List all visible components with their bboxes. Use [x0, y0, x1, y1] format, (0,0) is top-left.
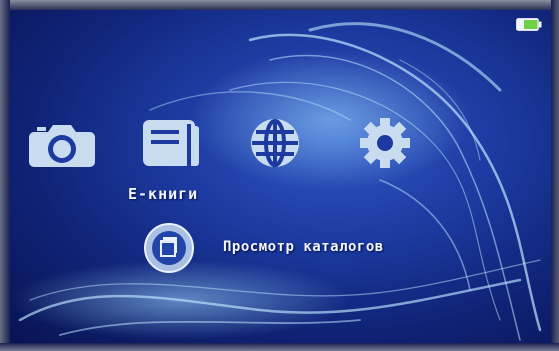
submenu-item-browse-catalogs[interactable]: Просмотр каталогов: [143, 222, 473, 273]
book-icon[interactable]: [143, 118, 201, 168]
selected-menu-caption: E-книги: [128, 185, 199, 203]
screen-bezel-bottom: [0, 343, 559, 351]
device-screen: E-книги Просмотр каталогов: [0, 0, 559, 351]
camera-icon[interactable]: [28, 118, 96, 168]
gear-icon[interactable]: [356, 118, 414, 168]
screen-bezel-left: [0, 0, 10, 351]
background-swirl: [10, 22, 542, 341]
screen-bezel-top: [0, 0, 559, 10]
globe-icon[interactable]: [246, 118, 304, 168]
catalog-icon: [144, 223, 194, 273]
battery-icon: [516, 18, 542, 31]
screen-bezel-right: [551, 0, 559, 351]
submenu-label: Просмотр каталогов: [223, 239, 384, 255]
